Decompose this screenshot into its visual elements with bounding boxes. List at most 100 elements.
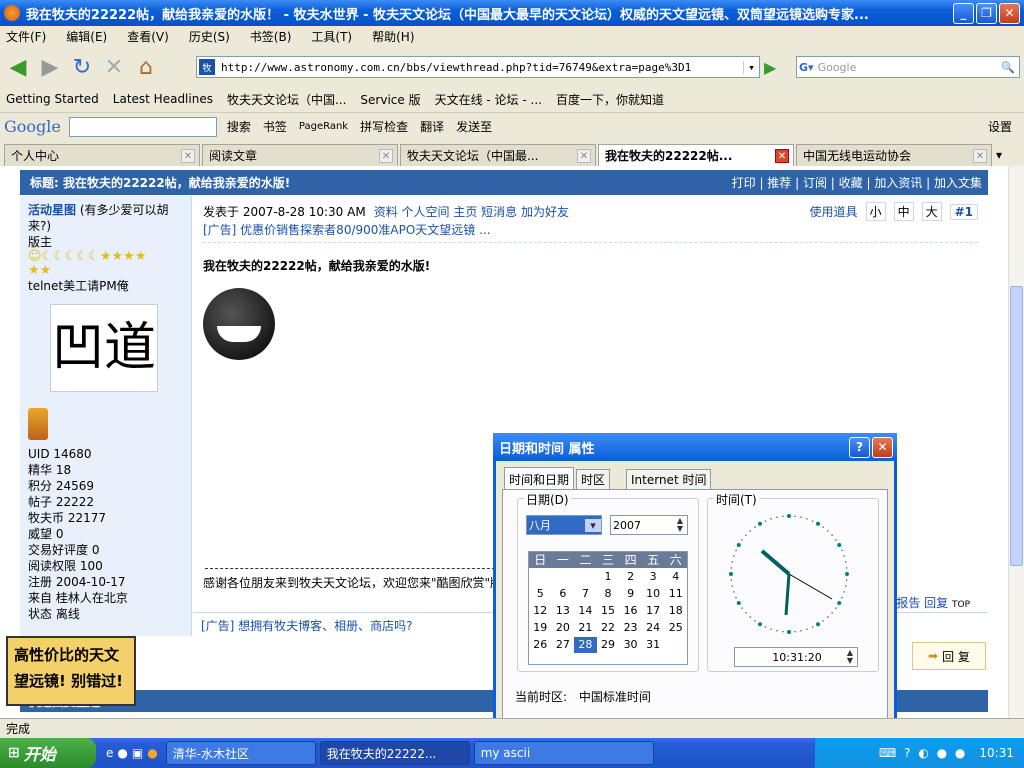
chevron-down-icon[interactable]: ▾	[585, 518, 601, 532]
bookmark-item[interactable]: Getting Started	[6, 92, 99, 106]
close-tab-icon[interactable]: ✕	[181, 149, 195, 163]
calendar-day[interactable]: 22	[597, 620, 620, 636]
calendar-day[interactable]: 24	[642, 620, 665, 636]
calendar-day[interactable]: 30	[619, 637, 642, 653]
calendar-day[interactable]: 28	[574, 637, 597, 653]
maximize-button[interactable]: ❐	[976, 2, 997, 24]
address-bar[interactable]: 牧 http://www.astronomy.com.cn/bbs/viewth…	[196, 56, 760, 78]
bookmark-item[interactable]: 牧夫天文论坛（中国...	[227, 91, 346, 108]
dialog-title-bar[interactable]: 日期和时间 属性 ? ✕	[493, 433, 897, 461]
font-size-large[interactable]: 大	[921, 202, 942, 221]
tab-timezone[interactable]: 时区	[576, 469, 611, 489]
calendar-day[interactable]: 2	[619, 569, 642, 585]
close-button[interactable]: ✕	[999, 2, 1020, 24]
go-icon[interactable]: ▶	[764, 58, 776, 77]
task-shuimu[interactable]: 清华-水木社区	[165, 741, 316, 765]
calendar-day[interactable]: 8	[597, 586, 620, 602]
thread-actions[interactable]: 打印 | 推荐 | 订阅 | 收藏 | 加入资讯 | 加入文集	[732, 174, 988, 191]
calendar-day[interactable]: 25	[664, 620, 687, 636]
calendar-day[interactable]: 11	[664, 586, 687, 602]
ie-icon[interactable]: e	[106, 746, 113, 760]
search-box[interactable]: G▾ Google 🔍	[796, 56, 1020, 78]
year-spinner[interactable]: 2007 ▲ ▼	[610, 515, 688, 535]
menu-bookmarks[interactable]: 书签(B)	[250, 28, 292, 45]
bookmark-item[interactable]: Latest Headlines	[113, 92, 213, 106]
top-link[interactable]: TOP	[952, 600, 970, 610]
help-button[interactable]: ?	[849, 436, 870, 458]
side-ad-banner[interactable]: 高性价比的天文 望远镜! 别错过!	[6, 636, 136, 706]
calendar-day[interactable]: 19	[529, 620, 552, 636]
calendar-day[interactable]: 7	[574, 586, 597, 602]
scrollbar-thumb[interactable]	[1010, 286, 1023, 566]
menu-edit[interactable]: 编辑(E)	[66, 28, 107, 45]
tab-date-time[interactable]: 时间和日期	[504, 467, 575, 490]
toolbar-bookmarks[interactable]: 书签	[263, 118, 287, 135]
calendar-day[interactable]: 3	[642, 569, 665, 585]
font-size-small[interactable]: 小	[865, 202, 886, 221]
calendar-day[interactable]: 14	[574, 603, 597, 619]
minimize-button[interactable]: _	[953, 2, 974, 24]
calendar-day[interactable]: 4	[664, 569, 687, 585]
tab-radio-association[interactable]: 中国无线电运动协会 ✕	[796, 144, 992, 166]
ad-link-bottom[interactable]: [广告] 想拥有牧夫博客、相册、商店吗?	[201, 619, 413, 633]
window-title-bar[interactable]: 我在牧夫的22222帖，献给我亲爱的水版！ - 牧夫水世界 - 牧夫天文论坛（中…	[0, 0, 1024, 26]
calendar-day[interactable]: 9	[619, 586, 642, 602]
close-tab-icon[interactable]: ✕	[379, 149, 393, 163]
bookmark-item[interactable]: 天文在线 - 论坛 - ...	[435, 91, 542, 108]
dialog-close-button[interactable]: ✕	[872, 436, 893, 458]
tray-clock[interactable]: 10:31	[979, 746, 1014, 760]
month-select[interactable]: 八月 ▾	[526, 515, 602, 535]
calendar-day[interactable]: 23	[619, 620, 642, 636]
calendar-day[interactable]: 31	[642, 637, 665, 653]
calendar-day[interactable]: 20	[552, 620, 575, 636]
task-my-ascii[interactable]: my ascii	[473, 741, 654, 765]
menu-history[interactable]: 历史(S)	[189, 28, 230, 45]
calendar-day[interactable]: 18	[664, 603, 687, 619]
toolbar-spellcheck[interactable]: 拼写检查	[360, 118, 408, 135]
toolbar-sendto[interactable]: 发送至	[456, 118, 492, 135]
back-icon[interactable]: ◀	[4, 53, 32, 81]
calendar-day[interactable]: 21	[574, 620, 597, 636]
ad-link-top[interactable]: [广告] 优惠价销售探索者80/900准APO天文望远镜 ...	[203, 221, 978, 243]
home-icon[interactable]: ⌂	[132, 53, 160, 81]
calendar[interactable]: 日 一 二 三 四 五 六 1 2 3 4 5 6 7 8 9 10 11 12 13 14 15 16 17 1…	[528, 551, 688, 665]
google-search-engine-icon[interactable]: G▾	[799, 61, 814, 74]
stop-icon[interactable]: ✕	[100, 53, 128, 81]
close-tab-icon[interactable]: ✕	[973, 149, 987, 163]
calendar-day[interactable]: 12	[529, 603, 552, 619]
menu-help[interactable]: 帮助(H)	[372, 28, 414, 45]
toolbar-search[interactable]: 搜索	[227, 118, 251, 135]
tab-read-article[interactable]: 阅读文章 ✕	[202, 144, 398, 166]
tab-forum[interactable]: 牧夫天文论坛（中国最... ✕	[400, 144, 596, 166]
calendar-day[interactable]: 5	[529, 586, 552, 602]
tab-list-icon[interactable]: ▾	[996, 148, 1002, 162]
close-tab-icon[interactable]: ✕	[577, 149, 591, 163]
close-tab-icon[interactable]: ✕	[775, 149, 789, 163]
start-button[interactable]: ⊞ 开始	[0, 738, 96, 768]
username-link[interactable]: 活动星图	[28, 203, 76, 217]
tab-personal-center[interactable]: 个人中心 ✕	[4, 144, 200, 166]
calendar-day[interactable]: 16	[619, 603, 642, 619]
font-size-medium[interactable]: 中	[893, 202, 914, 221]
spin-arrows-icon[interactable]: ▲ ▼	[673, 517, 687, 533]
menu-tools[interactable]: 工具(T)	[311, 28, 352, 45]
calendar-day[interactable]: 10	[642, 586, 665, 602]
floor-number[interactable]: #1	[949, 203, 978, 220]
search-icon[interactable]: 🔍	[1001, 61, 1015, 74]
toolbar-settings[interactable]: 设置	[988, 118, 1012, 135]
firefox-quick-icon[interactable]: ●	[147, 746, 157, 760]
calendar-day[interactable]: 15	[597, 603, 620, 619]
forward-icon[interactable]: ▶	[36, 53, 64, 81]
calendar-day[interactable]: 13	[552, 603, 575, 619]
google-toolbar-input[interactable]	[68, 116, 217, 137]
tray-icons[interactable]: ⌨ ? ◐ ● ●	[879, 746, 967, 760]
calendar-day[interactable]: 6	[552, 586, 575, 602]
tab-current-thread[interactable]: 我在牧夫的22222帖... ✕	[598, 144, 794, 166]
toolbar-translate[interactable]: 翻译	[420, 118, 444, 135]
post-user-links[interactable]: 资料 个人空间 主页 短消息 加为好友	[374, 203, 569, 220]
calendar-day[interactable]: 17	[642, 603, 665, 619]
use-tools-link[interactable]: 使用道具	[810, 203, 858, 220]
calendar-day[interactable]: 29	[597, 637, 620, 653]
toolbar-pagerank[interactable]: PageRank	[299, 121, 348, 132]
bookmark-item[interactable]: 百度一下，你就知道	[556, 91, 664, 108]
